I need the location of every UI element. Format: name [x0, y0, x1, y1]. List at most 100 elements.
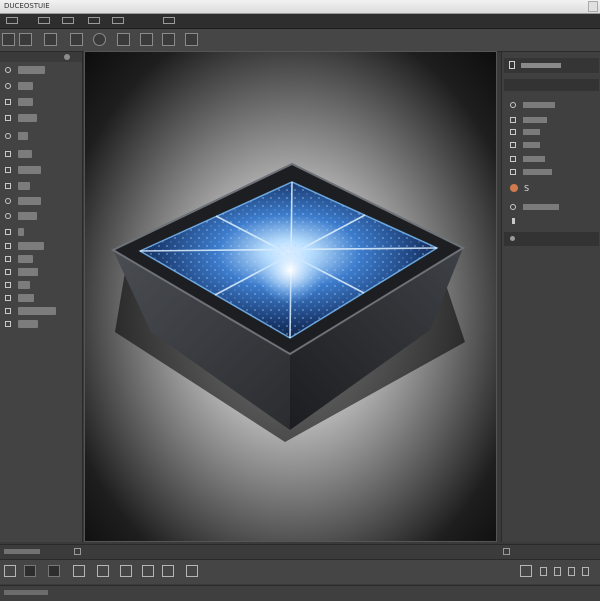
right-panel-item[interactable] [510, 141, 596, 150]
left-panel-item[interactable] [5, 166, 77, 175]
pin-icon[interactable] [64, 54, 70, 60]
left-panel-item[interactable] [5, 114, 77, 123]
right-panel: S [501, 52, 600, 542]
color-swatch-label: S [524, 184, 530, 193]
status-text-placeholder [4, 549, 40, 554]
menu-bar [0, 14, 600, 29]
layer-thumb-icon[interactable] [520, 565, 532, 577]
status-icon[interactable] [74, 548, 81, 555]
layer-menu-icon[interactable] [88, 17, 100, 24]
color-swatch-icon[interactable] [510, 184, 518, 192]
transform-tool-icon[interactable] [44, 33, 57, 46]
left-panel-item[interactable] [5, 294, 77, 303]
square-icon [5, 229, 11, 235]
right-panel-item[interactable] [510, 217, 596, 226]
item-label-placeholder [18, 114, 37, 122]
image-canvas[interactable] [85, 52, 497, 542]
right-panel-item[interactable] [510, 168, 596, 177]
left-panel-item[interactable] [5, 242, 77, 251]
mask-tool-icon[interactable] [185, 33, 198, 46]
item-label-placeholder [18, 242, 44, 250]
move-tool-icon[interactable] [2, 33, 15, 46]
light-flare [256, 236, 324, 304]
right-panel-item[interactable] [510, 155, 596, 164]
left-panel-item[interactable] [5, 320, 77, 329]
item-label-placeholder [523, 204, 559, 210]
right-panel-item[interactable] [510, 101, 596, 110]
circle-icon[interactable] [510, 236, 515, 241]
mountain-icon[interactable] [142, 565, 154, 577]
layer-toggle-icon[interactable] [554, 567, 561, 576]
horizontal-scrollbar[interactable] [0, 585, 600, 601]
item-label-placeholder [18, 150, 32, 158]
frame-icon[interactable] [73, 565, 85, 577]
panel-menu-icon[interactable] [509, 61, 515, 69]
item-label-placeholder [523, 169, 552, 175]
image-layer-icon[interactable] [48, 565, 60, 577]
item-label-placeholder [18, 212, 37, 220]
caret-icon [512, 218, 515, 224]
right-panel-footer [504, 232, 599, 246]
item-label-placeholder [523, 129, 540, 135]
left-panel-item[interactable] [5, 197, 77, 206]
new-layer-icon[interactable] [24, 565, 36, 577]
frame-tool-icon[interactable] [117, 33, 130, 46]
right-panel-item[interactable] [510, 116, 596, 125]
item-label-placeholder [18, 320, 38, 328]
left-panel-item[interactable] [5, 255, 77, 264]
square-icon [5, 308, 11, 314]
item-label-placeholder [18, 255, 33, 263]
square-icon [510, 169, 516, 175]
filter-menu-icon[interactable] [112, 17, 124, 24]
window-title: DUCEOSTUIE [4, 2, 50, 10]
square-icon [5, 243, 11, 249]
close-window-button[interactable] [588, 1, 598, 12]
square-icon [5, 256, 11, 262]
left-panel-item[interactable] [5, 150, 77, 159]
crop-tool-icon[interactable] [93, 33, 106, 46]
edit-menu-icon[interactable] [38, 17, 50, 24]
file-menu-icon[interactable] [6, 17, 18, 24]
lasso-tool-icon[interactable] [70, 33, 83, 46]
left-panel-item[interactable] [5, 98, 77, 107]
layer-thumb-icon[interactable] [4, 565, 16, 577]
layer-toggle-icon[interactable] [582, 567, 589, 576]
item-label-placeholder [523, 156, 545, 162]
rectangle-select-tool-icon[interactable] [19, 33, 32, 46]
left-panel-item[interactable] [5, 212, 77, 221]
layer-group-icon[interactable] [186, 565, 198, 577]
left-panel-item[interactable] [5, 82, 77, 91]
color-swatch-row[interactable]: S [510, 184, 596, 193]
left-panel-item[interactable] [5, 182, 77, 191]
right-panel-item[interactable] [510, 203, 596, 212]
left-panel-item[interactable] [5, 132, 77, 141]
square-icon [510, 142, 516, 148]
image-menu-icon[interactable] [62, 17, 74, 24]
stamp-icon[interactable] [97, 565, 109, 577]
left-panel-item[interactable] [5, 268, 77, 277]
item-label-placeholder [18, 166, 41, 174]
item-label-placeholder [18, 82, 33, 90]
window-menu-icon[interactable] [163, 17, 175, 24]
right-panel-header [504, 58, 599, 73]
layers-tool-icon[interactable] [162, 33, 175, 46]
circle-icon [510, 204, 516, 210]
right-panel-item[interactable] [510, 128, 596, 137]
square-icon [5, 99, 11, 105]
item-label-placeholder [18, 294, 34, 302]
save-icon[interactable] [162, 565, 174, 577]
left-panel-item[interactable] [5, 307, 77, 316]
grid-tool-icon[interactable] [140, 33, 153, 46]
left-panel-item[interactable] [5, 228, 77, 237]
status-icon[interactable] [503, 548, 510, 555]
adjust-icon[interactable] [120, 565, 132, 577]
item-label-placeholder [18, 132, 28, 140]
layer-toggle-icon[interactable] [568, 567, 575, 576]
item-label-placeholder [18, 307, 56, 315]
left-panel-header [0, 52, 82, 62]
square-icon [5, 183, 11, 189]
item-label-placeholder [18, 182, 30, 190]
left-panel-item[interactable] [5, 281, 77, 290]
layer-toggle-icon[interactable] [540, 567, 547, 576]
left-panel-item[interactable] [5, 66, 77, 75]
